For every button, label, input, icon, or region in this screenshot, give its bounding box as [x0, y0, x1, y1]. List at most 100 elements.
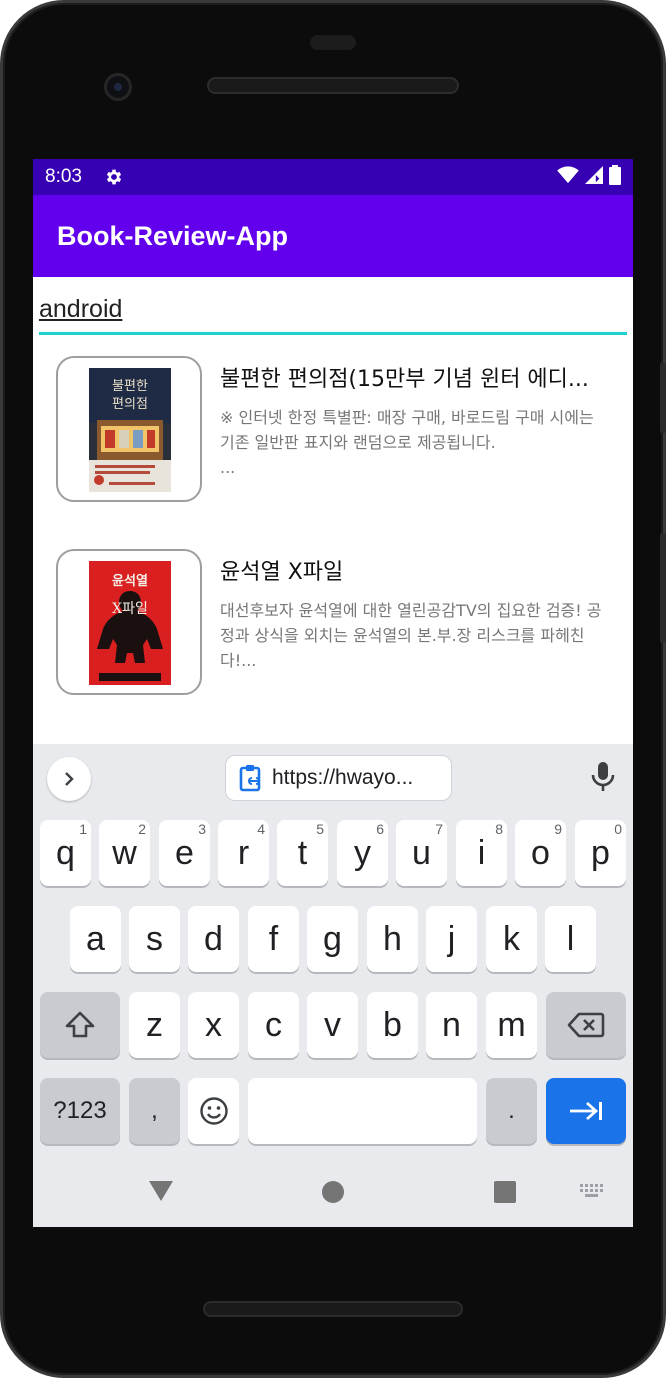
clipboard-link-icon: [239, 765, 261, 792]
key-x-label: x: [205, 1005, 222, 1044]
key-q[interactable]: q1: [40, 820, 91, 886]
key-t[interactable]: t5: [277, 820, 328, 886]
key-j-label: j: [447, 919, 456, 958]
key-g[interactable]: g: [307, 906, 358, 972]
shift-key[interactable]: [40, 992, 120, 1058]
app-title: Book-Review-App: [57, 220, 289, 251]
recents-icon[interactable]: [494, 1181, 516, 1203]
clipboard-suggestion-text: https://hwayo...: [272, 766, 414, 789]
key-o[interactable]: o9: [515, 820, 566, 886]
book-list: 불편한 편의점 불편한 편의점(15만부 기념 윈터 에디... ※ 인터넷 한…: [33, 341, 633, 727]
wifi-icon: [557, 165, 579, 189]
search-input[interactable]: [39, 289, 627, 335]
key-p-label: p: [591, 833, 610, 872]
key-m-label: m: [497, 1005, 526, 1044]
soft-keyboard: https://hwayo... q1 w2 e3 r4 t5 y6 u7 i8…: [33, 744, 633, 1227]
key-i[interactable]: i8: [456, 820, 507, 886]
key-j[interactable]: j: [426, 906, 477, 972]
key-e-hint: 3: [198, 821, 206, 837]
key-v[interactable]: v: [307, 992, 358, 1058]
book-list-item[interactable]: 불편한 편의점 불편한 편의점(15만부 기념 윈터 에디... ※ 인터넷 한…: [33, 341, 633, 534]
back-icon[interactable]: [148, 1179, 174, 1203]
comma-key-label: ,: [151, 1097, 158, 1124]
search-container: [33, 277, 633, 341]
clipboard-suggestion[interactable]: https://hwayo...: [225, 755, 452, 801]
key-y-hint: 6: [376, 821, 384, 837]
key-d[interactable]: d: [188, 906, 239, 972]
key-h[interactable]: h: [367, 906, 418, 972]
key-r-label: r: [237, 833, 250, 872]
book-title: 윤석열 X파일: [220, 560, 344, 585]
front-camera: [104, 73, 132, 101]
key-n-label: n: [442, 1005, 461, 1044]
key-k[interactable]: k: [486, 906, 537, 972]
book-description: 대선후보자 윤석열에 대한 열린공감TV의 집요한 검증! 공정과 상식을 외치…: [220, 598, 613, 673]
cover-title-line2: 편의점: [112, 397, 148, 412]
space-key[interactable]: [248, 1078, 477, 1144]
comma-key[interactable]: ,: [129, 1078, 180, 1144]
key-w-hint: 2: [138, 821, 146, 837]
book-cover-frame: 윤석열 X파일: [56, 549, 202, 695]
key-e[interactable]: e3: [159, 820, 210, 886]
book-description-more: ...: [220, 458, 236, 477]
key-t-label: t: [297, 833, 308, 872]
emoji-key[interactable]: [188, 1078, 239, 1144]
key-b-label: b: [383, 1005, 402, 1044]
bottom-speaker: [203, 1301, 463, 1317]
backspace-key[interactable]: [546, 992, 626, 1058]
key-n[interactable]: n: [426, 992, 477, 1058]
signal-icon: [585, 165, 603, 189]
emoji-icon: [199, 1097, 228, 1125]
key-r-hint: 4: [257, 821, 265, 837]
key-w-label: w: [112, 833, 137, 872]
keyboard-suggestion-row: https://hwayo...: [33, 744, 633, 814]
book-description: ※ 인터넷 한정 특별판: 매장 구매, 바로드림 구매 시에는 기존 일반판 …: [220, 405, 613, 480]
enter-key[interactable]: [546, 1078, 626, 1144]
key-e-label: e: [175, 833, 194, 872]
book-description-text: ※ 인터넷 한정 특별판: 매장 구매, 바로드림 구매 시에는 기존 일반판 …: [220, 408, 594, 452]
key-b[interactable]: b: [367, 992, 418, 1058]
key-l[interactable]: l: [545, 906, 596, 972]
key-i-hint: 8: [495, 821, 503, 837]
symbols-key-label: ?123: [53, 1097, 107, 1124]
key-w[interactable]: w2: [99, 820, 150, 886]
key-c[interactable]: c: [248, 992, 299, 1058]
expand-toolbar-button[interactable]: [47, 757, 91, 801]
mic-icon[interactable]: [589, 760, 617, 798]
keyboard-switch-icon[interactable]: [580, 1184, 604, 1198]
cover-title-line2: X파일: [112, 601, 148, 617]
key-f[interactable]: f: [248, 906, 299, 972]
key-z[interactable]: z: [129, 992, 180, 1058]
key-d-label: d: [204, 919, 223, 958]
status-bar: 8:03: [33, 159, 633, 195]
key-p[interactable]: p0: [575, 820, 626, 886]
key-o-hint: 9: [554, 821, 562, 837]
key-y[interactable]: y6: [337, 820, 388, 886]
key-q-hint: 1: [79, 821, 87, 837]
key-x[interactable]: x: [188, 992, 239, 1058]
key-r[interactable]: r4: [218, 820, 269, 886]
key-s[interactable]: s: [129, 906, 180, 972]
book-list-item[interactable]: 윤석열 X파일 윤석열 X파일 대선후보자 윤석열에 대한 열린공감TV의 집요…: [33, 534, 633, 727]
status-time: 8:03: [45, 166, 82, 187]
key-u-label: u: [412, 833, 431, 872]
key-s-label: s: [146, 919, 163, 958]
earpiece: [310, 35, 356, 50]
key-p-hint: 0: [614, 821, 622, 837]
next-arrow-icon: [570, 1101, 602, 1121]
gear-icon: [104, 167, 124, 187]
key-m[interactable]: m: [486, 992, 537, 1058]
period-key[interactable]: .: [486, 1078, 537, 1144]
backspace-icon: [567, 1012, 605, 1038]
key-a[interactable]: a: [70, 906, 121, 972]
key-u[interactable]: u7: [396, 820, 447, 886]
key-i-label: i: [477, 833, 486, 872]
volume-button: [660, 363, 666, 433]
key-o-label: o: [531, 833, 550, 872]
navigation-bar: [33, 1157, 633, 1227]
symbols-key[interactable]: ?123: [40, 1078, 120, 1144]
book-description-text: 대선후보자 윤석열에 대한 열린공감TV의 집요한 검증! 공정과 상식을 외치…: [220, 601, 602, 670]
home-icon[interactable]: [322, 1181, 344, 1203]
key-u-hint: 7: [435, 821, 443, 837]
top-speaker: [207, 77, 459, 94]
